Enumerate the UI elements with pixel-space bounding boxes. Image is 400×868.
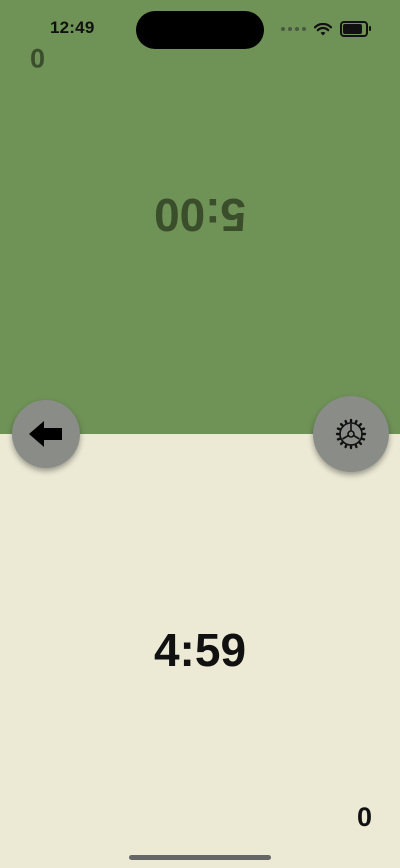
bottom-player-move-count: 0	[356, 802, 372, 832]
status-bar-time: 12:49	[50, 18, 95, 37]
home-indicator[interactable]	[129, 855, 271, 860]
battery-icon	[340, 21, 371, 37]
gear-icon	[335, 418, 367, 450]
signal-icon	[281, 27, 306, 31]
dynamic-island	[136, 11, 264, 49]
top-player-timer: 5:00	[153, 189, 247, 241]
arrow-left-icon	[29, 421, 62, 447]
status-icons	[281, 21, 371, 37]
bottom-player-timer: 4:59	[153, 624, 247, 676]
wifi-icon	[314, 22, 332, 35]
top-player-move-count: 0	[30, 43, 46, 73]
back-button[interactable]	[12, 400, 80, 468]
settings-button[interactable]	[313, 396, 389, 472]
